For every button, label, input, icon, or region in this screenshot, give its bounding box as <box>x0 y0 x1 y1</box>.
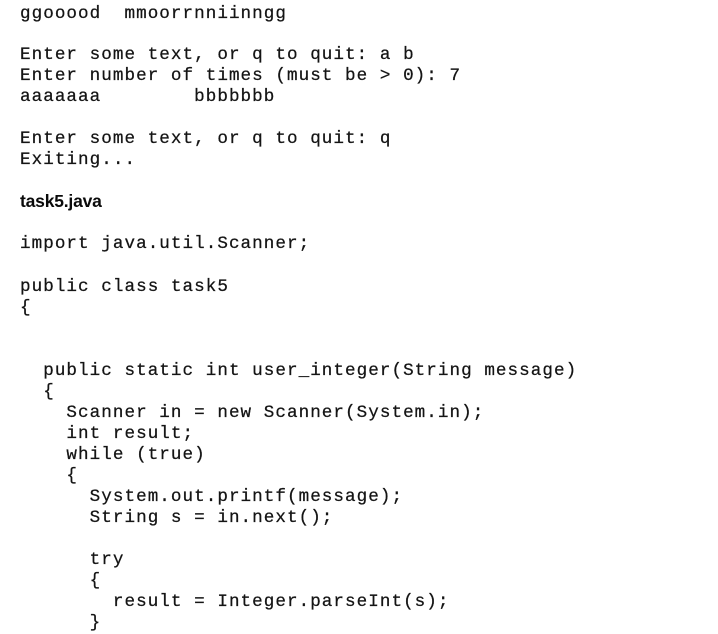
output-line: Enter some text, or q to quit: a b <box>20 45 415 65</box>
file-heading: task5.java <box>20 191 102 211</box>
output-line: Enter number of times (must be > 0): 7 <box>20 66 462 86</box>
code-line: Scanner in = new Scanner(System.in); <box>20 403 485 423</box>
code-line: import java.util.Scanner; <box>20 234 311 254</box>
code-line: System.out.printf(message); <box>20 487 404 507</box>
code-line: { <box>20 298 32 318</box>
code-line: public static int user_integer(String me… <box>20 361 578 381</box>
output-line: aaaaaaa bbbbbbb <box>20 87 276 107</box>
code-line: while (true) <box>20 445 206 465</box>
code-line: { <box>20 382 55 402</box>
code-line: { <box>20 571 102 591</box>
code-line: int result; <box>20 424 195 444</box>
code-line: public class task5 <box>20 277 229 297</box>
code-line: try <box>20 550 125 570</box>
output-line: Exiting... <box>20 150 137 170</box>
code-line: } <box>20 613 102 633</box>
code-line: { <box>20 466 79 486</box>
code-line: result = Integer.parseInt(s); <box>20 592 450 612</box>
output-line: Enter some text, or q to quit: q <box>20 129 392 149</box>
output-line: ggooood mmoorrnniinngg <box>20 4 287 24</box>
code-line: String s = in.next(); <box>20 508 334 528</box>
